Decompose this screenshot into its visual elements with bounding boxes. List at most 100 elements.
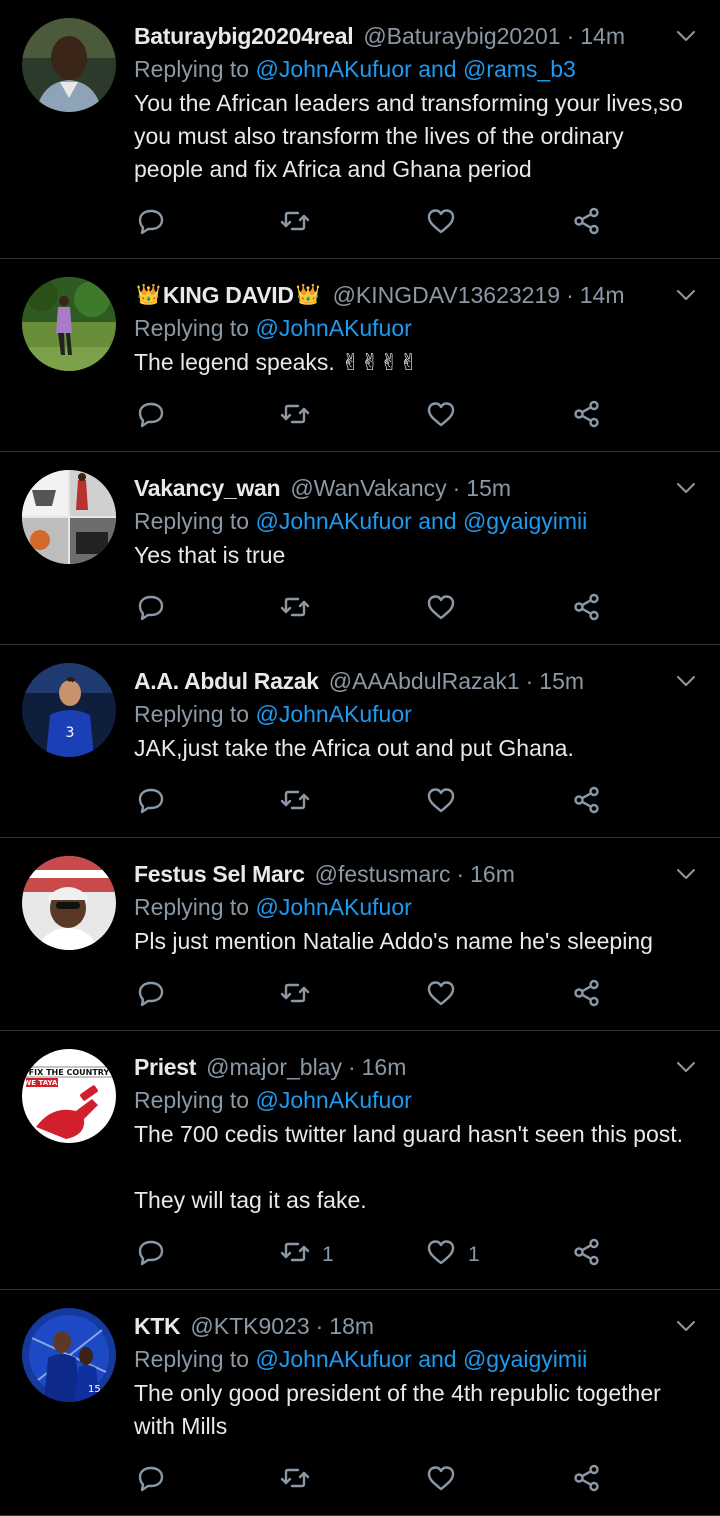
retweet-button[interactable]: [280, 594, 310, 626]
display-name[interactable]: Festus Sel Marc: [134, 858, 305, 890]
reply-button[interactable]: [136, 787, 166, 819]
timestamp[interactable]: 18m: [329, 1310, 374, 1342]
tweet[interactable]: 15 KTK @KTK9023 · 18m Replying to @JohnA…: [0, 1290, 720, 1516]
share-button[interactable]: [572, 979, 602, 1012]
user-handle[interactable]: @WanVakancy: [290, 472, 446, 504]
retweet-button[interactable]: [280, 980, 310, 1012]
crown-emoji: 👑: [136, 284, 161, 306]
timestamp[interactable]: 14m: [580, 279, 625, 311]
display-name[interactable]: KING DAVID: [163, 279, 294, 311]
mention-link[interactable]: @JohnAKufuor: [255, 1346, 411, 1372]
like-button[interactable]: [426, 787, 456, 819]
like-button[interactable]: [426, 980, 456, 1012]
avatar[interactable]: [22, 856, 116, 950]
tweet-text: You the African leaders and transforming…: [134, 90, 690, 182]
share-button[interactable]: [572, 1464, 602, 1497]
mention-link[interactable]: @JohnAKufuor: [255, 1087, 411, 1113]
display-name[interactable]: Baturaybig20204real: [134, 20, 354, 52]
tweet-content: Vakancy_wan @WanVakancy · 15m Replying t…: [134, 472, 698, 644]
mention-link[interactable]: @JohnAKufuor: [255, 701, 411, 727]
avatar[interactable]: FIX THE COUNTRY WE TAYA!: [22, 1049, 116, 1143]
user-handle[interactable]: @major_blay: [206, 1051, 342, 1083]
separator-dot: ·: [456, 861, 465, 887]
timestamp[interactable]: 15m: [539, 665, 584, 697]
chevron-down-icon[interactable]: [674, 24, 698, 48]
like-button[interactable]: [426, 208, 456, 240]
retweet-button[interactable]: [280, 787, 310, 819]
tweet-content: Baturaybig20204real @Baturaybig20201 · 1…: [134, 20, 698, 258]
chevron-down-icon[interactable]: [674, 669, 698, 693]
retweet-button[interactable]: [280, 401, 310, 433]
share-button[interactable]: [572, 593, 602, 626]
mention-link[interactable]: @rams_b3: [463, 56, 576, 82]
replying-to: Replying to @JohnAKufuor: [134, 1083, 698, 1117]
mention-link[interactable]: @JohnAKufuor: [255, 894, 411, 920]
reply-icon: [136, 978, 166, 1014]
reply-icon: [136, 399, 166, 435]
user-handle[interactable]: @Baturaybig20201: [363, 20, 560, 52]
like-button[interactable]: 1: [426, 1239, 480, 1271]
tweet[interactable]: 👑 KING DAVID 👑 @KINGDAV13623219 · 14m Repl…: [0, 259, 720, 452]
svg-text:WE TAYA!: WE TAYA!: [24, 1079, 61, 1087]
tweet[interactable]: Vakancy_wan @WanVakancy · 15m Replying t…: [0, 452, 720, 645]
heart-icon: [426, 592, 456, 628]
display-name[interactable]: Priest: [134, 1051, 196, 1083]
share-button[interactable]: [572, 207, 602, 240]
chevron-down-icon[interactable]: [674, 1055, 698, 1079]
user-handle[interactable]: @KINGDAV13623219: [333, 279, 561, 311]
reply-button[interactable]: [136, 1239, 166, 1271]
user-handle[interactable]: @festusmarc: [315, 858, 451, 890]
reply-button[interactable]: [136, 401, 166, 433]
timestamp[interactable]: 14m: [580, 20, 625, 52]
share-button[interactable]: [572, 1238, 602, 1271]
chevron-down-icon[interactable]: [674, 1314, 698, 1338]
reply-button[interactable]: [136, 980, 166, 1012]
reply-button[interactable]: [136, 1465, 166, 1497]
avatar[interactable]: [22, 470, 116, 564]
mention-link[interactable]: @JohnAKufuor: [255, 315, 411, 341]
mention-link[interactable]: @JohnAKufuor: [255, 508, 411, 534]
timestamp[interactable]: 15m: [466, 472, 511, 504]
like-button[interactable]: [426, 594, 456, 626]
retweet-button[interactable]: 1: [280, 1239, 334, 1271]
avatar-logo-text: FIX THE COUNTRY: [29, 1068, 110, 1077]
chevron-down-icon[interactable]: [674, 283, 698, 307]
tweet-text: The legend speaks. ✌✌✌✌: [134, 349, 419, 375]
like-button[interactable]: [426, 1465, 456, 1497]
tweet[interactable]: Baturaybig20204real @Baturaybig20201 · 1…: [0, 0, 720, 259]
mention-link[interactable]: @gyaigyimii: [463, 508, 587, 534]
user-handle[interactable]: @AAAbdulRazak1: [329, 665, 520, 697]
avatar[interactable]: 3: [22, 663, 116, 757]
mention-link[interactable]: @JohnAKufuor: [255, 56, 411, 82]
chevron-down-icon[interactable]: [674, 476, 698, 500]
tweet[interactable]: FIX THE COUNTRY WE TAYA! Priest @major_bl…: [0, 1031, 720, 1290]
replying-to: Replying to @JohnAKufuor: [134, 697, 698, 731]
avatar[interactable]: [22, 277, 116, 371]
chevron-down-icon[interactable]: [674, 862, 698, 886]
mention-link[interactable]: @gyaigyimii: [463, 1346, 587, 1372]
like-button[interactable]: [426, 401, 456, 433]
timestamp[interactable]: 16m: [362, 1051, 407, 1083]
tweet[interactable]: 3 A.A. Abdul Razak @AAAbdulRazak1 · 15m …: [0, 645, 720, 838]
mention-conjunction: and: [418, 1346, 457, 1372]
reply-button[interactable]: [136, 594, 166, 626]
tweet-text: The only good president of the 4th repub…: [134, 1380, 668, 1439]
tweet-content: KTK @KTK9023 · 18m Replying to @JohnAKuf…: [134, 1310, 698, 1515]
retweet-button[interactable]: [280, 208, 310, 240]
display-name[interactable]: Vakancy_wan: [134, 472, 281, 504]
timestamp[interactable]: 16m: [470, 858, 515, 890]
share-button[interactable]: [572, 400, 602, 433]
separator-dot: ·: [347, 1054, 356, 1080]
avatar[interactable]: [22, 18, 116, 112]
retweet-icon: [280, 785, 310, 821]
share-button[interactable]: [572, 786, 602, 819]
user-handle[interactable]: @KTK9023: [190, 1310, 309, 1342]
retweet-icon: [280, 978, 310, 1014]
reply-button[interactable]: [136, 208, 166, 240]
display-name[interactable]: KTK: [134, 1310, 181, 1342]
heart-icon: [426, 978, 456, 1014]
tweet[interactable]: Festus Sel Marc @festusmarc · 16m Replyi…: [0, 838, 720, 1031]
retweet-button[interactable]: [280, 1465, 310, 1497]
display-name[interactable]: A.A. Abdul Razak: [134, 665, 319, 697]
avatar[interactable]: 15: [22, 1308, 116, 1402]
